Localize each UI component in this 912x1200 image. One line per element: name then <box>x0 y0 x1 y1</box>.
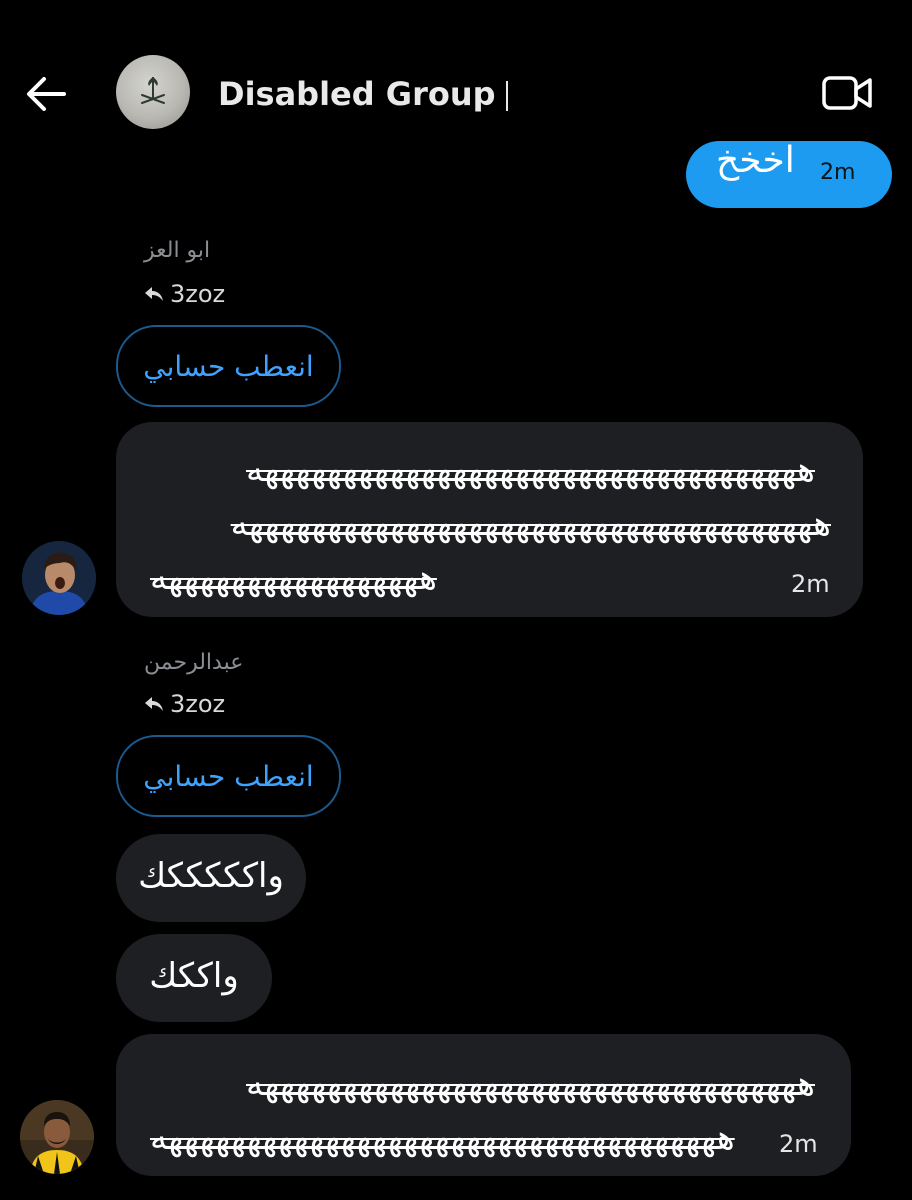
reply-arrow-icon <box>145 287 163 301</box>
message-time: 2m <box>791 570 830 598</box>
sender-name: ابو العز <box>144 238 211 263</box>
quoted-message-text: انعطب حسابي <box>143 349 314 383</box>
video-call-button[interactable] <box>816 68 876 118</box>
message-line: ههههههههههههههههههههههههههههههههههههه <box>150 1118 735 1158</box>
message-text: واككك <box>149 956 239 996</box>
outgoing-message-text: اخخخ <box>716 140 795 181</box>
message-line: هههههههههههههههههههههههههههههههههههه <box>245 1064 815 1104</box>
video-camera-icon <box>822 76 872 110</box>
avatar[interactable] <box>20 1100 94 1174</box>
avatar-image <box>20 1100 94 1174</box>
message-line: هههههههههههههههههههههههههههههههههههههه <box>230 504 831 544</box>
arrow-left-icon <box>27 77 66 111</box>
reply-to-name: 3zoz <box>170 690 226 718</box>
quoted-message[interactable]: انعطب حسابي <box>116 325 341 407</box>
quoted-message-text: انعطب حسابي <box>143 759 314 793</box>
message-text: واكككككك <box>138 856 284 896</box>
message-bubble[interactable]: واكككككك <box>116 834 306 922</box>
reply-indicator: 3zoz <box>144 280 225 308</box>
message-bubble[interactable]: هههههههههههههههههههههههههههههههههههه ههه… <box>116 1034 851 1176</box>
emblem-icon <box>141 77 165 104</box>
back-button[interactable] <box>22 70 70 118</box>
group-title-text: Disabled Group <box>218 75 496 113</box>
message-time: 2m <box>779 1130 818 1158</box>
avatar-image <box>22 541 96 615</box>
reply-indicator: 3zoz <box>144 690 225 718</box>
group-avatar[interactable] <box>116 55 190 129</box>
message-bubble[interactable]: هههههههههههههههههههههههههههههههههههه ههه… <box>116 422 863 617</box>
sender-name: عبدالرحمن <box>144 650 244 675</box>
message-bubble[interactable]: واككك <box>116 934 272 1022</box>
reply-to-name: 3zoz <box>170 280 226 308</box>
outgoing-message-time: 2m <box>820 160 856 185</box>
group-title[interactable]: Disabled Group <box>218 72 508 116</box>
message-line: هههههههههههههههههه <box>150 558 437 598</box>
reply-arrow-icon <box>145 697 163 711</box>
avatar[interactable] <box>22 541 96 615</box>
text-cursor <box>505 81 508 111</box>
message-line: هههههههههههههههههههههههههههههههههههه <box>245 450 815 490</box>
quoted-message[interactable]: انعطب حسابي <box>116 735 341 817</box>
